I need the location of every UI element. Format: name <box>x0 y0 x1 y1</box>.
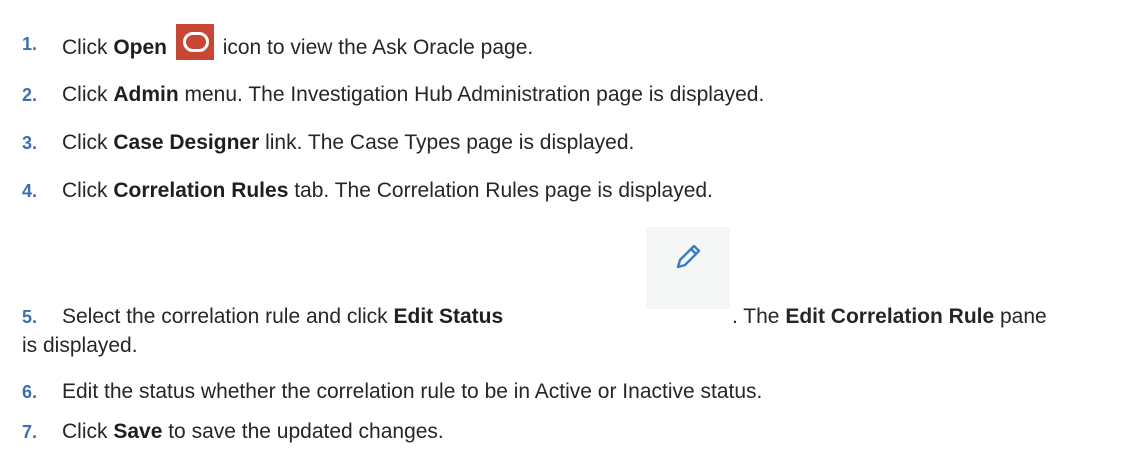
pencil-icon <box>676 244 701 269</box>
step-text: Click Save to save the updated changes. <box>62 420 444 443</box>
step-text: Edit the status whether the correlation … <box>62 380 763 403</box>
step-5-continued: . The Edit Correlation Rule pane <box>732 305 1047 328</box>
edit-status-label: Edit Status <box>393 305 504 328</box>
step-text: Click Admin menu. The Investigation Hub … <box>62 83 765 106</box>
step-number: 1. <box>22 34 38 54</box>
step-number: 5. <box>22 307 38 327</box>
step-text: Click Correlation Rules tab. The Correla… <box>62 179 713 202</box>
step-number: 3. <box>22 133 38 153</box>
procedure-steps: 1. Click Open icon to view the Ask Oracl… <box>0 0 1139 458</box>
correlation-rules-label: Correlation Rules <box>113 179 289 202</box>
step-text: Select the correlation rule and click Ed… <box>62 305 504 328</box>
edit-correlation-rule-label: Edit Correlation Rule <box>785 305 995 328</box>
step-number: 2. <box>22 85 38 105</box>
step-number: 7. <box>22 422 38 442</box>
step-text: Click Open icon to view the Ask Oracle p… <box>62 24 533 62</box>
open-icon <box>175 24 214 60</box>
step-text: Click Case Designer link. The Case Types… <box>62 131 635 154</box>
step-number: 4. <box>22 181 38 201</box>
pencil-edit-icon <box>646 227 730 309</box>
case-designer-label: Case Designer <box>113 131 260 154</box>
step-5-wrap: is displayed. <box>22 334 138 357</box>
save-label: Save <box>113 420 163 443</box>
step-number: 6. <box>22 382 38 402</box>
open-label: Open <box>113 36 168 59</box>
admin-label: Admin <box>113 83 179 106</box>
